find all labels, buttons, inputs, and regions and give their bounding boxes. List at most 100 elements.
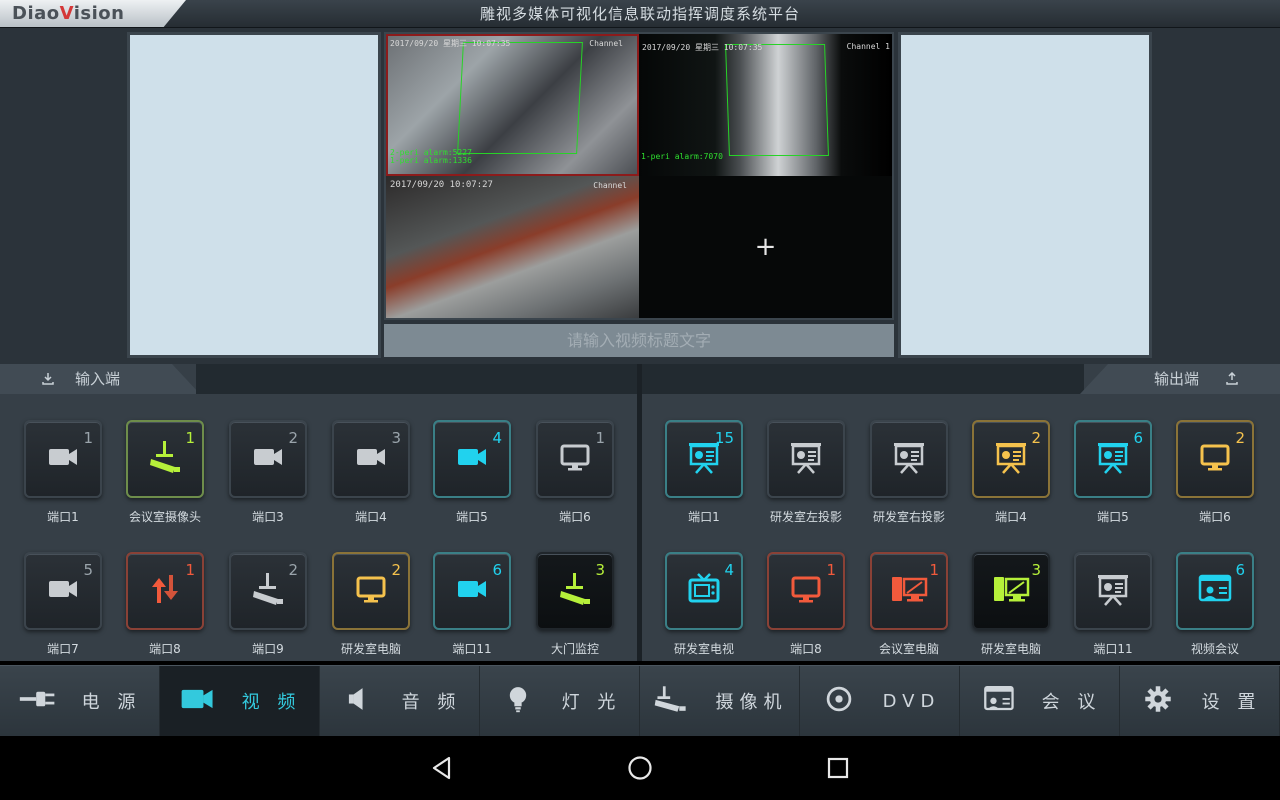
video-camera-icon xyxy=(178,683,218,720)
input-tile[interactable]: 4 端口5 xyxy=(432,420,512,526)
output-tile-button[interactable]: 3 xyxy=(972,552,1050,630)
nav-item-label: 电 源 xyxy=(81,692,142,713)
input-tile[interactable]: 2 端口9 xyxy=(228,552,308,658)
camera-feed-2[interactable]: 2017/09/20 星期三 10:07:35 Channel 1 1-peri… xyxy=(639,34,892,176)
input-tile[interactable]: 1 会议室摄像头 xyxy=(125,420,205,526)
output-tile-button[interactable]: 15 xyxy=(665,420,743,498)
tile-count: 3 xyxy=(391,429,401,447)
desktop-pc-icon xyxy=(991,569,1031,613)
back-icon[interactable] xyxy=(429,755,455,781)
input-tile-button[interactable]: 2 xyxy=(332,552,410,630)
nav-item-light-bulb[interactable]: 灯 光 xyxy=(480,666,640,736)
osd-timestamp: 2017/09/20 星期三 10:07:35 xyxy=(390,39,511,48)
input-tile[interactable]: 3 端口4 xyxy=(331,420,411,526)
output-tile[interactable]: 1 会议室电脑 xyxy=(869,552,949,658)
home-icon[interactable] xyxy=(627,755,653,781)
output-tile[interactable]: 4 研发室电视 xyxy=(664,552,744,658)
output-tile[interactable]: 6 端口5 xyxy=(1073,420,1153,526)
output-tile-button[interactable]: 1 xyxy=(767,552,845,630)
output-tile[interactable]: 1 端口8 xyxy=(766,552,846,658)
nav-item-speaker[interactable]: 音 频 xyxy=(320,666,480,736)
output-tile[interactable]: 2 端口4 xyxy=(971,420,1051,526)
input-tile[interactable]: 6 端口11 xyxy=(432,552,512,658)
tile-count: 1 xyxy=(83,429,93,447)
video-title-input[interactable] xyxy=(384,324,894,357)
header-strip xyxy=(642,364,1084,394)
input-tile[interactable]: 1 端口6 xyxy=(535,420,615,526)
nav-item-gear[interactable]: 设 置 xyxy=(1120,666,1280,736)
output-tile-button[interactable] xyxy=(1074,552,1152,630)
nav-item-label: DVD xyxy=(882,690,941,712)
left-screen-preview[interactable] xyxy=(127,32,381,358)
empty-feed-slot[interactable]: + xyxy=(639,176,892,318)
nav-item-disc[interactable]: DVD xyxy=(800,666,960,736)
tile-count: 2 xyxy=(391,561,401,579)
alarm-readout: 1-peri alarm:7070 xyxy=(641,152,723,161)
video-conference-icon xyxy=(1195,569,1235,613)
nav-item-conference[interactable]: 会 议 xyxy=(960,666,1120,736)
nav-item-video-camera[interactable]: 视 频 xyxy=(160,666,320,736)
video-wall-preview: 2017/09/20 星期三 10:07:35 Channel 2-peri a… xyxy=(384,32,894,320)
input-tile-button[interactable]: 1 xyxy=(536,420,614,498)
light-bulb-icon xyxy=(498,683,538,720)
conference-icon xyxy=(978,683,1018,720)
alarm-readout: 1-peri alarm:1336 xyxy=(390,156,472,165)
nav-item-label: 视 频 xyxy=(241,692,302,713)
output-tile-button[interactable]: 2 xyxy=(972,420,1050,498)
output-tile[interactable]: 3 研发室电脑 xyxy=(971,552,1051,658)
recents-icon[interactable] xyxy=(825,755,851,781)
input-tile-button[interactable]: 3 xyxy=(332,420,410,498)
tile-label: 端口8 xyxy=(149,642,181,656)
input-tile[interactable]: 5 端口7 xyxy=(23,552,103,658)
tile-label: 端口11 xyxy=(452,642,492,656)
detection-zone xyxy=(457,42,583,154)
tile-label: 研发室左投影 xyxy=(769,510,842,524)
input-tile-button[interactable]: 6 xyxy=(433,552,511,630)
tile-count: 5 xyxy=(83,561,93,579)
output-tile-button[interactable]: 6 xyxy=(1074,420,1152,498)
cctv-camera-icon xyxy=(145,437,185,481)
system-nav-bar xyxy=(0,736,1280,800)
output-tile-button[interactable]: 4 xyxy=(665,552,743,630)
input-tile-button[interactable]: 5 xyxy=(24,552,102,630)
input-tile[interactable]: 1 端口1 xyxy=(23,420,103,526)
output-tile[interactable]: 端口11 xyxy=(1073,552,1153,658)
camera-feed-1[interactable]: 2017/09/20 星期三 10:07:35 Channel 2-peri a… xyxy=(386,34,639,176)
output-tile-button[interactable]: 1 xyxy=(870,552,948,630)
import-icon xyxy=(42,373,54,385)
right-screen-preview[interactable] xyxy=(898,32,1152,358)
gear-icon xyxy=(1138,683,1178,720)
output-tile[interactable]: 研发室左投影 xyxy=(766,420,846,526)
add-feed-icon[interactable]: + xyxy=(755,232,777,262)
input-tile[interactable]: 1 端口8 xyxy=(125,552,205,658)
input-tile[interactable]: 3 大门监控 xyxy=(535,552,615,658)
output-tile[interactable]: 2 端口6 xyxy=(1175,420,1255,526)
camera-feed-3[interactable]: 2017/09/20 10:07:27 Channel xyxy=(386,176,639,318)
input-tile-button[interactable]: 2 xyxy=(229,420,307,498)
nav-item-cctv-camera[interactable]: 摄像机 xyxy=(640,666,800,736)
osd-timestamp: 2017/09/20 星期三 10:07:35 xyxy=(642,43,763,52)
input-tile-button[interactable]: 3 xyxy=(536,552,614,630)
camera-icon xyxy=(43,437,83,481)
output-tile[interactable]: 研发室右投影 xyxy=(869,420,949,526)
input-tile-button[interactable]: 1 xyxy=(126,420,204,498)
nav-item-label: 灯 光 xyxy=(561,692,622,713)
cctv-camera-icon xyxy=(555,569,595,613)
input-tile-button[interactable]: 4 xyxy=(433,420,511,498)
input-tile-button[interactable]: 2 xyxy=(229,552,307,630)
input-tile[interactable]: 2 研发室电脑 xyxy=(331,552,411,658)
output-tile[interactable]: 6 视频会议 xyxy=(1175,552,1255,658)
output-tile-button[interactable]: 2 xyxy=(1176,420,1254,498)
output-tile-button[interactable] xyxy=(870,420,948,498)
tile-count: 3 xyxy=(595,561,605,579)
input-tile-button[interactable]: 1 xyxy=(24,420,102,498)
input-tile-button[interactable]: 1 xyxy=(126,552,204,630)
output-tile-button[interactable] xyxy=(767,420,845,498)
output-tile[interactable]: 15 端口1 xyxy=(664,420,744,526)
input-tile[interactable]: 2 端口3 xyxy=(228,420,308,526)
osd-timestamp: 2017/09/20 10:07:27 xyxy=(390,180,493,190)
tile-label: 端口8 xyxy=(790,642,822,656)
output-tile-button[interactable]: 6 xyxy=(1176,552,1254,630)
nav-item-power-plug[interactable]: 电 源 xyxy=(0,666,160,736)
projector-screen-icon xyxy=(1093,437,1133,481)
